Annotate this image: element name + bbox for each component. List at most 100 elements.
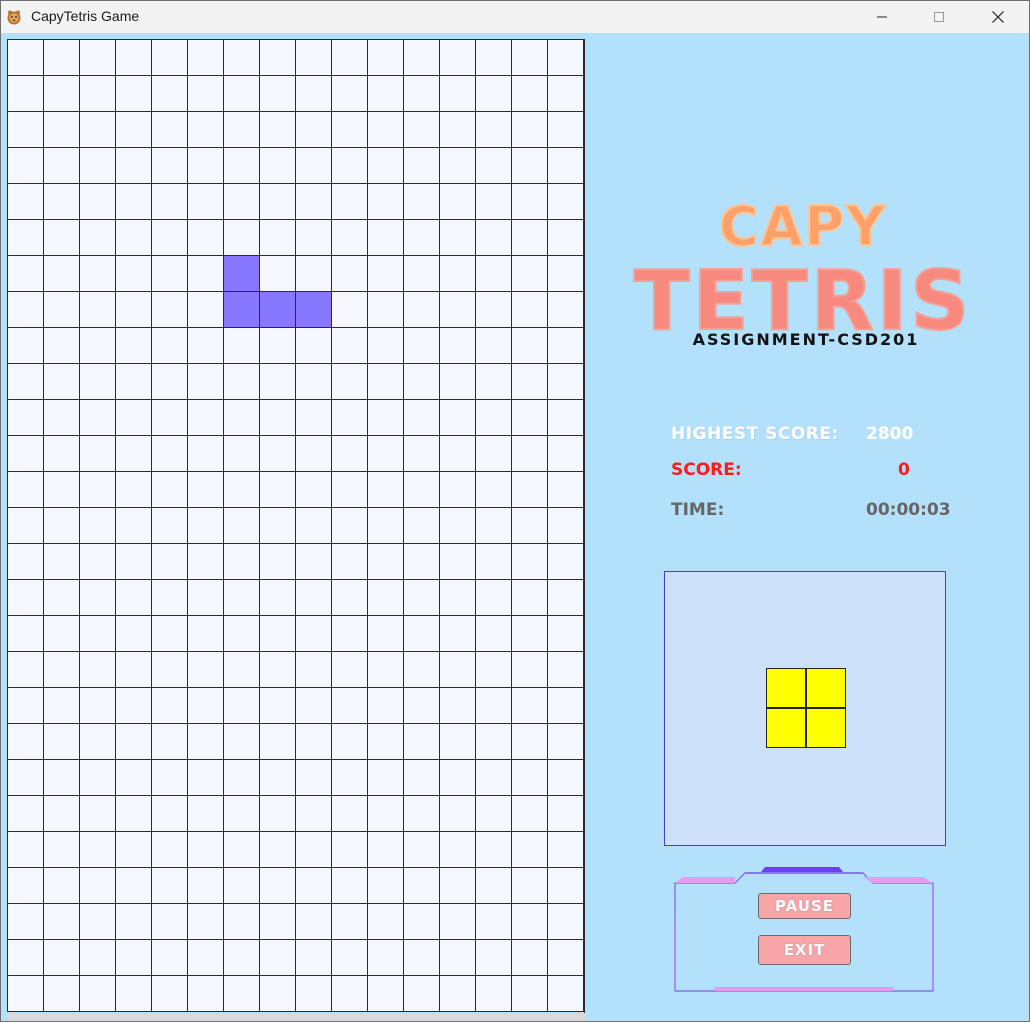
board-cell xyxy=(188,256,224,292)
window-title: CapyTetris Game xyxy=(31,8,140,24)
board-cell xyxy=(512,40,548,76)
board-cell xyxy=(44,112,80,148)
board-cell xyxy=(188,904,224,940)
highest-score-label: HIGHEST SCORE: xyxy=(671,424,839,444)
board-cell xyxy=(224,724,260,760)
board-cell xyxy=(44,616,80,652)
tetris-board[interactable] xyxy=(7,39,584,1012)
board-cell xyxy=(404,40,440,76)
board-cell xyxy=(548,364,584,400)
board-cell xyxy=(8,724,44,760)
minimize-button[interactable] xyxy=(859,1,905,33)
board-cell xyxy=(332,76,368,112)
board-cell xyxy=(80,760,116,796)
board-cell xyxy=(512,76,548,112)
close-button[interactable] xyxy=(975,1,1021,33)
board-cell xyxy=(548,328,584,364)
board-cell xyxy=(476,796,512,832)
board-cell xyxy=(224,40,260,76)
board-cell xyxy=(116,472,152,508)
board-cell xyxy=(512,184,548,220)
board-cell xyxy=(8,400,44,436)
board-cell xyxy=(404,76,440,112)
board-cell xyxy=(116,688,152,724)
board-cell xyxy=(152,220,188,256)
board-cell xyxy=(512,976,548,1012)
board-cell xyxy=(548,904,584,940)
board-cell xyxy=(152,868,188,904)
board-cell xyxy=(152,580,188,616)
board-cell xyxy=(8,796,44,832)
board-cell xyxy=(296,724,332,760)
exit-button[interactable]: EXIT xyxy=(758,935,851,965)
board-cell xyxy=(80,184,116,220)
board-cell xyxy=(224,148,260,184)
board-cell xyxy=(8,760,44,796)
board-cell xyxy=(224,796,260,832)
board-cell xyxy=(80,472,116,508)
board-cell xyxy=(404,328,440,364)
board-cell xyxy=(224,940,260,976)
board-cell xyxy=(548,976,584,1012)
board-cell xyxy=(548,184,584,220)
board-cell xyxy=(188,292,224,328)
board-cell xyxy=(8,616,44,652)
highest-score-value: 2800 xyxy=(866,424,914,444)
board-cell xyxy=(404,760,440,796)
board-cell xyxy=(368,508,404,544)
maximize-button[interactable] xyxy=(916,1,962,33)
board-cell xyxy=(188,796,224,832)
board-cell xyxy=(512,364,548,400)
board-cell xyxy=(368,400,404,436)
board-cell xyxy=(44,904,80,940)
board-cell xyxy=(404,220,440,256)
pause-button[interactable]: PAUSE xyxy=(758,893,851,919)
board-cell xyxy=(296,472,332,508)
board-cell xyxy=(260,328,296,364)
board-cell xyxy=(440,976,476,1012)
board-cell xyxy=(152,904,188,940)
board-cell xyxy=(332,256,368,292)
assignment-subtitle: ASSIGNMENT-CSD201 xyxy=(692,330,920,349)
board-cell xyxy=(188,940,224,976)
board-cell xyxy=(332,760,368,796)
board-cell xyxy=(116,508,152,544)
board-cell xyxy=(8,508,44,544)
board-cell xyxy=(440,688,476,724)
board-cell xyxy=(476,220,512,256)
next-piece-preview xyxy=(664,571,946,846)
board-cell xyxy=(440,184,476,220)
board-cell xyxy=(404,400,440,436)
board-cell xyxy=(296,544,332,580)
board-cell xyxy=(188,76,224,112)
board-cell xyxy=(368,580,404,616)
board-cell xyxy=(332,616,368,652)
board-cell xyxy=(332,544,368,580)
board-cell xyxy=(224,760,260,796)
board-cell xyxy=(512,940,548,976)
board-cell xyxy=(80,940,116,976)
board-cell xyxy=(224,616,260,652)
board-cell xyxy=(116,436,152,472)
board-cell xyxy=(260,760,296,796)
board-cell xyxy=(368,112,404,148)
board-cell xyxy=(332,472,368,508)
board-cell xyxy=(8,940,44,976)
board-cell xyxy=(80,148,116,184)
board-cell xyxy=(224,832,260,868)
board-cell xyxy=(224,472,260,508)
board-cell xyxy=(116,940,152,976)
board-cell xyxy=(476,364,512,400)
board-cell xyxy=(512,112,548,148)
board-cell xyxy=(296,652,332,688)
board-cell xyxy=(440,220,476,256)
board-cell xyxy=(332,832,368,868)
board-cell xyxy=(188,328,224,364)
title-bar[interactable]: CapyTetris Game xyxy=(1,1,1029,33)
board-cell xyxy=(188,832,224,868)
board-cell xyxy=(152,940,188,976)
board-cell xyxy=(224,436,260,472)
board-cell xyxy=(116,112,152,148)
board-border xyxy=(584,39,585,1013)
board-cell xyxy=(476,256,512,292)
